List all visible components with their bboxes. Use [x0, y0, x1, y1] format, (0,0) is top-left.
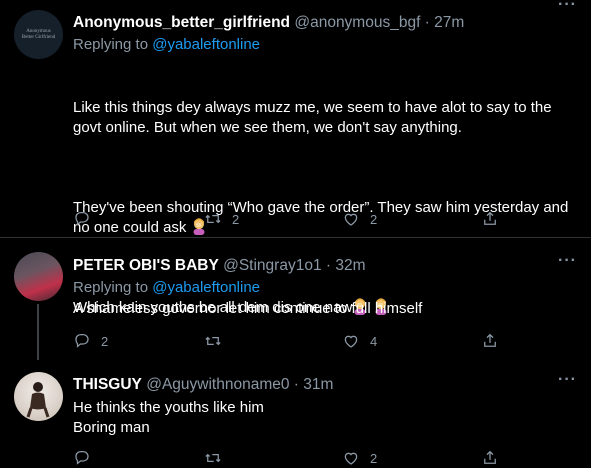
like-button[interactable]: 4 [342, 331, 377, 351]
retweet-icon [205, 336, 221, 346]
reply-button[interactable] [73, 448, 101, 468]
tweet-text: He thinks the youths like him Boring man [73, 399, 264, 436]
tweet-text: A shameless governor let him continue to… [73, 300, 423, 317]
tweet-peter-obis-baby[interactable]: PETER OBI'S BABY @Stingray1o1 · 32m ··· … [0, 238, 591, 360]
more-icon[interactable]: ··· [558, 371, 577, 389]
author-handle-time[interactable]: @Aguywithnoname0 · 31m [146, 376, 333, 393]
reply-icon [75, 211, 89, 226]
reply-button[interactable]: 2 [73, 331, 108, 351]
reply-icon [75, 333, 89, 348]
replying-to-link[interactable]: @yabaleftonline [152, 36, 260, 53]
retweet-icon [205, 214, 221, 224]
author-name[interactable]: Anonymous_better_girlfriend [73, 14, 290, 31]
heart-icon [344, 452, 358, 465]
retweet-button[interactable]: 2 [204, 209, 239, 229]
author-name[interactable]: PETER OBI'S BABY [73, 257, 219, 274]
like-button[interactable]: 2 [342, 448, 377, 468]
tweet-paragraph: Like this things dey always muzz me, we … [73, 99, 556, 136]
share-icon [484, 333, 496, 347]
tweet-thisguy[interactable]: THISGUY @Aguywithnoname0 · 31m ··· He th… [0, 360, 591, 466]
reply-icon [75, 450, 89, 465]
share-icon [484, 450, 496, 464]
share-icon [484, 211, 496, 225]
author-name[interactable]: THISGUY [73, 376, 142, 393]
retweet-button[interactable] [204, 331, 232, 351]
share-button[interactable] [481, 448, 499, 468]
like-button[interactable]: 2 [342, 209, 377, 229]
share-button[interactable] [481, 209, 499, 229]
more-icon[interactable]: ··· [558, 252, 577, 270]
avatar-figure [26, 382, 50, 418]
avatar-logo-text: Anonymous Better Girlfriend [21, 28, 56, 40]
retweet-icon [205, 453, 221, 463]
heart-icon [344, 213, 358, 226]
more-icon[interactable]: ··· [558, 0, 577, 14]
thread-line [37, 304, 39, 360]
replying-to: Replying to @yabaleftonline [73, 36, 261, 53]
tweet-actions: 2 2 [73, 209, 513, 229]
author-handle-time[interactable]: @anonymous_bgf · 27m [294, 14, 464, 31]
tweet-anonymous-better-girlfriend[interactable]: Anonymous Better Girlfriend Anonymous_be… [0, 0, 591, 316]
replying-to: Replying to @yabaleftonline [73, 279, 261, 296]
reply-button[interactable] [73, 209, 101, 229]
share-button[interactable] [481, 331, 499, 351]
tweet-actions: 2 4 [73, 331, 513, 351]
avatar[interactable] [14, 372, 63, 421]
heart-icon [344, 335, 358, 348]
avatar[interactable] [14, 252, 63, 301]
author-handle-time[interactable]: @Stingray1o1 · 32m [223, 257, 365, 274]
tweet-actions: 2 [73, 448, 513, 468]
avatar[interactable]: Anonymous Better Girlfriend [14, 10, 63, 59]
retweet-button[interactable] [204, 448, 232, 468]
replying-to-link[interactable]: @yabaleftonline [152, 279, 260, 296]
